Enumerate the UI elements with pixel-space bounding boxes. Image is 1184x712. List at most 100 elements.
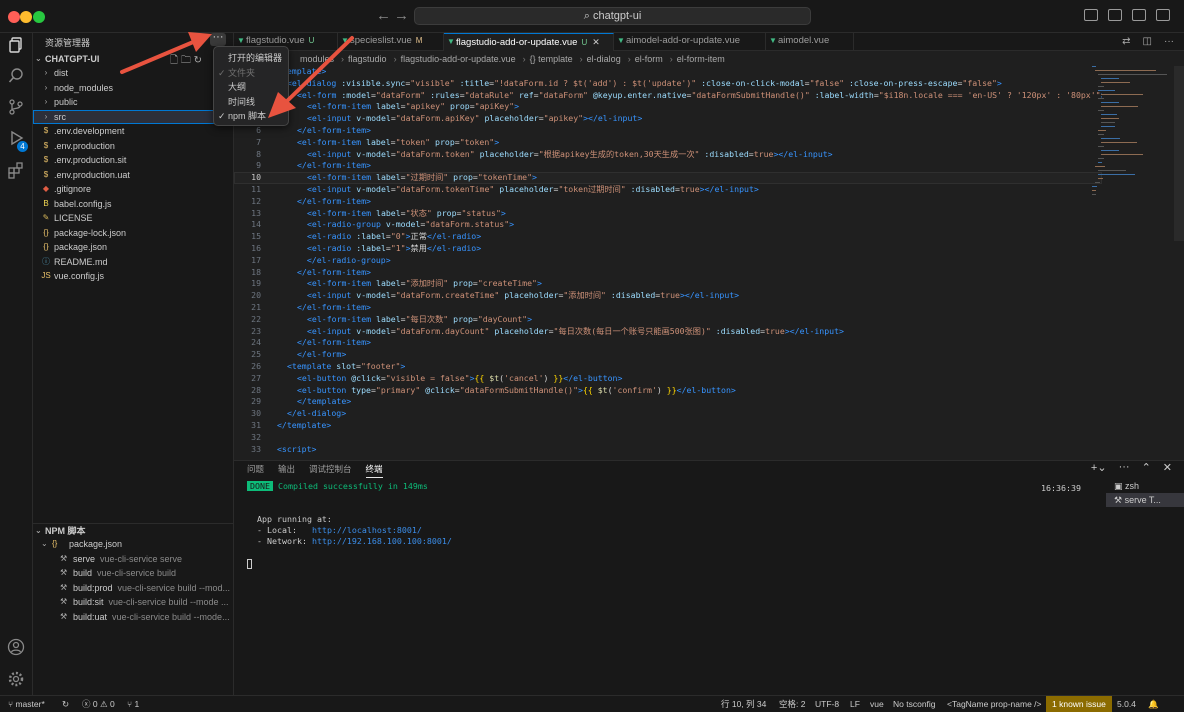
breadcrumb-item[interactable]: el-form [635,54,663,64]
tree-item[interactable]: › src [33,109,233,124]
npm-script-item[interactable]: ⚒ build:sit vue-cli-service build --mode .… [33,595,233,610]
refresh-icon[interactable]: ↻ [194,55,202,64]
close-window-button[interactable] [8,11,20,23]
tag-casing-status[interactable]: <TagName prop-name /> [947,696,1042,712]
menu-item[interactable]: 大纲 [214,80,288,95]
panel-tab[interactable]: 终端 [365,463,383,478]
panel-tab[interactable]: 调试控制台 [309,463,352,478]
tree-item[interactable]: Bbabel.config.js [33,197,233,212]
menu-item[interactable]: 打开的编辑器 [214,51,288,66]
ports-status[interactable]: ⑂ 1 [127,696,139,712]
tree-item[interactable]: ✎ LICENSE [33,211,233,226]
cursor-position[interactable]: 行 10, 列 34 [721,696,766,712]
eol-status[interactable]: LF [850,696,860,712]
breadcrumb-item[interactable]: flagstudio-add-or-update.vue [401,54,516,64]
terminal-instance[interactable]: ⚒ serve T... [1106,493,1184,507]
branch-status[interactable]: ⑂ master* [8,696,45,712]
npm-script-item[interactable]: ⚒ build:uat vue-cli-service build --mode..… [33,610,233,625]
breadcrumb-item[interactable]: {} template [530,54,573,64]
minimize-window-button[interactable] [20,11,32,23]
sync-icon[interactable]: ↻ [62,696,69,712]
npm-scripts-header[interactable]: ⌄ NPM 脚本 [33,523,233,537]
network-url-link[interactable]: http://192.168.100.100:8001/ [312,536,452,546]
code-line: 29 </template> [234,396,1102,408]
tree-item[interactable]: ◆ .gitignore [33,182,233,197]
npm-script-item[interactable]: ⚒ serve vue-cli-service serve [33,552,233,567]
close-panel-icon[interactable]: ✕ [1163,461,1172,474]
npm-script-item[interactable]: ⚒ build:prod vue-cli-service build --mod..… [33,581,233,596]
account-icon[interactable] [6,637,26,657]
npm-script-item[interactable]: ⚒ build vue-cli-service build [33,566,233,581]
back-arrow-icon[interactable]: ← [376,7,391,24]
language-status[interactable]: vue [870,696,884,712]
panel-tab[interactable]: 输出 [278,463,295,478]
code-token: </el-form-item> [297,266,371,277]
source-control-icon[interactable] [6,97,26,117]
code-token: <el-button [297,372,352,383]
toggle-panel-icon[interactable] [1108,9,1122,21]
code-editor[interactable]: 1<template>2<el-dialog :visible.sync="vi… [234,66,1102,460]
customize-layout-icon[interactable] [1156,9,1170,21]
editor-scrollbar[interactable] [1174,66,1184,241]
more-actions-icon[interactable]: ··· [1119,461,1130,474]
tab-aimodel-vue[interactable]: ▼ aimodel.vue [766,33,854,51]
maximize-panel-icon[interactable]: ⌃ [1142,461,1151,474]
panel-tab[interactable]: 问题 [247,463,264,478]
encoding-status[interactable]: UTF-8 [815,696,839,712]
breadcrumb-item[interactable]: el-form-item [677,54,725,64]
extensions-icon[interactable] [6,160,26,180]
explorer-icon[interactable] [6,35,26,55]
terminal-instance[interactable]: ▣ zsh [1106,479,1184,493]
tree-item[interactable]: ⓘ README.md [33,255,233,270]
search-icon[interactable] [6,66,26,86]
breadcrumb-item[interactable]: flagstudio [348,54,387,64]
run-debug-icon[interactable] [6,128,26,148]
maximize-window-button[interactable] [33,11,45,23]
views-more-button[interactable]: ··· [210,33,226,46]
local-url-link[interactable]: http://localhost:8001/ [312,525,422,535]
tree-item[interactable]: › node_modules [33,81,233,96]
known-issue-badge[interactable]: 1 known issue [1046,696,1112,712]
more-actions-icon[interactable]: ··· [1164,36,1174,47]
terminal-output[interactable]: DONE Compiled successfully in 149ms App … [247,481,1077,691]
minimap-line [1101,126,1116,127]
toggle-secondary-sidebar-icon[interactable] [1132,9,1146,21]
line-content: <el-button type="primary" @click="dataFo… [297,385,736,397]
close-icon[interactable]: ✕ [592,37,600,47]
breadcrumb-item[interactable]: el-dialog [587,54,621,64]
tree-item[interactable]: {} package-lock.json [33,226,233,241]
tree-item[interactable]: › public [33,95,233,110]
compile-status: Compiled successfully in 149ms [277,481,428,491]
tree-item[interactable]: $ .env.development [33,124,233,139]
version-status[interactable]: 5.0.4 [1117,696,1136,712]
command-center[interactable]: ⌕ chatgpt-ui [414,7,811,25]
tree-item[interactable]: › dist [33,66,233,81]
tsconfig-status[interactable]: No tsconfig [893,696,936,712]
new-terminal-icon[interactable]: +⌄ [1091,461,1107,474]
minimap[interactable] [1092,66,1172,216]
problems-status[interactable]: ⓧ 0 ⚠ 0 [82,696,115,712]
toggle-sidebar-icon[interactable] [1084,9,1098,21]
indent-status[interactable]: 空格: 2 [779,696,805,712]
compare-changes-icon[interactable]: ⇄ [1122,36,1130,47]
tab-aimodel-add-or-update-vue[interactable]: ▼ aimodel-add-or-update.vue [614,33,766,51]
menu-item[interactable]: ✓ npm 脚本 [214,109,288,124]
tree-item[interactable]: JS vue.config.js [33,269,233,284]
tab-specieslist-vue[interactable]: ▼ specieslist.vue M [338,33,444,51]
tree-item[interactable]: $ .env.production [33,139,233,154]
tree-item[interactable]: {} package.json [33,240,233,255]
split-editor-icon[interactable]: ◫ [1143,36,1152,47]
menu-item[interactable]: 时间线 [214,95,288,110]
tree-item[interactable]: $ .env.production.sit [33,153,233,168]
tab-flagstudio-add-or-update-vue[interactable]: ▼ flagstudio-add-or-update.vue U ✕ [444,33,614,51]
npm-package-item[interactable]: ⌄ {} package.json [33,537,233,552]
line-content: <el-input v-model="dataForm.dayCount" pl… [307,326,844,338]
forward-arrow-icon[interactable]: → [394,7,409,24]
settings-gear-icon[interactable] [6,669,26,689]
tree-item[interactable]: $ .env.production.uat [33,168,233,183]
line-content: </el-form-item> [297,196,371,208]
new-file-icon[interactable]: 🗋 [170,55,178,64]
notifications-bell-icon[interactable]: 🔔 [1148,696,1159,712]
new-folder-icon[interactable]: 🗀 [181,55,191,64]
breadcrumb-item[interactable]: modules [300,54,334,64]
